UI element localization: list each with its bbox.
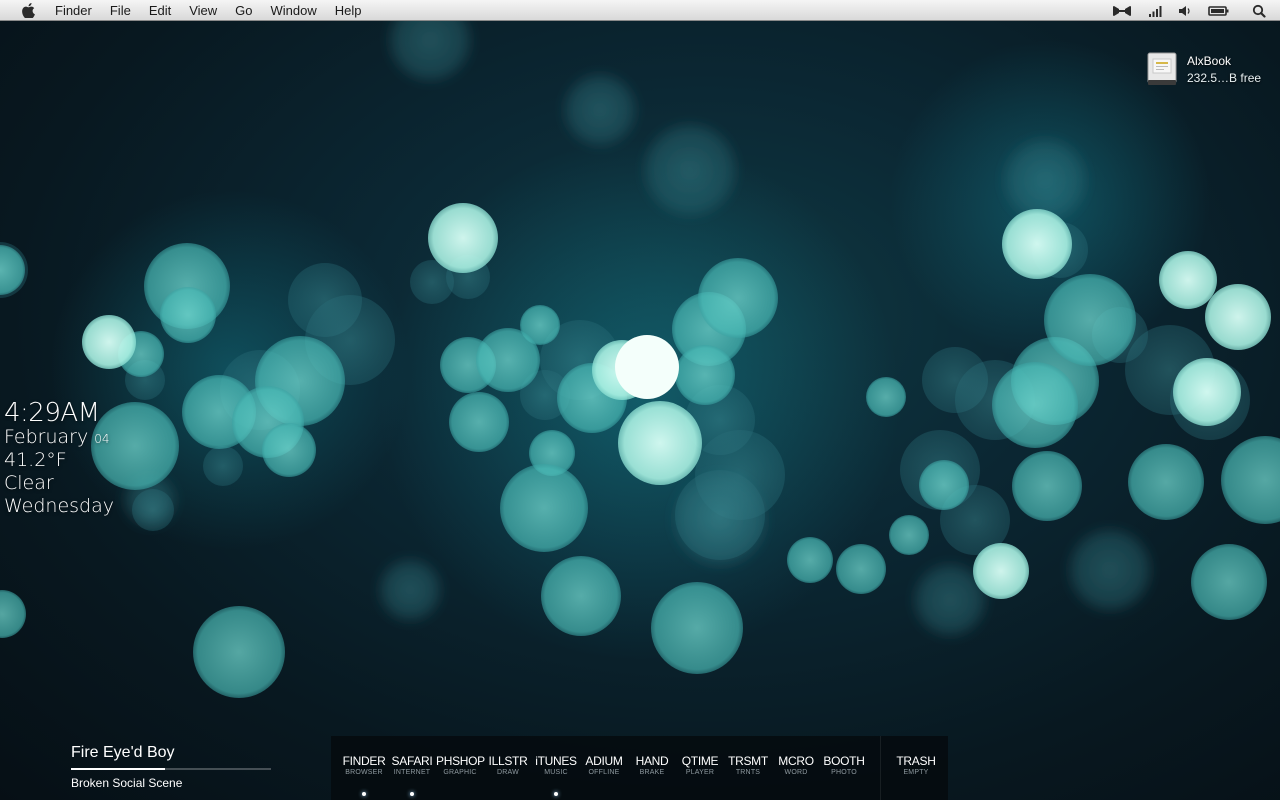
dock-item-label: SAFARI: [391, 754, 433, 768]
dock-item-subtitle: PLAYER: [685, 769, 715, 776]
drive-name: AlxBook: [1187, 54, 1232, 68]
dock-item-label: FINDER: [342, 754, 386, 768]
dock-item-subtitle: GRAPHIC: [443, 769, 477, 776]
clock-weather-widget: 4:29AM February 04 41.2°F Clear Wednesda…: [4, 400, 114, 520]
track-progress-fill: [71, 768, 165, 770]
menu-finder[interactable]: Finder: [46, 0, 101, 21]
clock-weekday: Wednesday: [4, 495, 115, 517]
dock-item-trsmt[interactable]: TRSMT TRNTS: [724, 754, 772, 776]
menu-window[interactable]: Window: [262, 0, 326, 21]
dock-item-label: ADIUM: [585, 754, 623, 768]
dock-item-subtitle: MUSIC: [544, 769, 568, 776]
volume-icon[interactable]: [1178, 0, 1192, 21]
dock-item-subtitle: INTERNET: [393, 769, 431, 776]
dock-item-label: MCRO: [778, 754, 814, 768]
dock-item-qtime[interactable]: QTIME PLAYER: [676, 754, 724, 776]
clock-time: 4:29AM: [4, 398, 100, 428]
menu-bar: Finder File Edit View Go Window Help: [0, 0, 1280, 21]
dock-item-trash[interactable]: TRASH EMPTY: [892, 754, 940, 776]
dock-item-subtitle: EMPTY: [903, 769, 929, 776]
dock-item-subtitle: BROWSER: [345, 769, 383, 776]
desktop: Finder File Edit View Go Window Help Alx…: [0, 0, 1280, 800]
hard-drive-icon[interactable]: [1147, 52, 1177, 85]
link-icon[interactable]: [1112, 0, 1132, 21]
dock-item-label: iTUNES: [535, 754, 577, 768]
dock-item-subtitle: OFFLINE: [588, 769, 620, 776]
dock-item-safari[interactable]: SAFARI INTERNET: [388, 754, 436, 796]
running-indicator-dot: [410, 792, 414, 796]
menu-go[interactable]: Go: [226, 0, 261, 21]
dock-item-booth[interactable]: BOOTH PHOTO: [820, 754, 868, 776]
dock-item-mcro[interactable]: MCRO WORD: [772, 754, 820, 776]
apple-logo-icon[interactable]: [18, 0, 38, 21]
menu-file[interactable]: File: [101, 0, 140, 21]
dock-item-subtitle: TRNTS: [735, 769, 761, 776]
menu-view[interactable]: View: [180, 0, 226, 21]
weather-condition: Clear: [4, 472, 54, 494]
dock-item-illstr[interactable]: ILLSTR DRAW: [484, 754, 532, 776]
desktop-drive-item[interactable]: AlxBook 232.5…B free: [1147, 50, 1272, 90]
track-progress-bar: [71, 768, 271, 770]
weather-temperature: 41.2°F: [4, 449, 67, 471]
dock-item-subtitle: WORD: [784, 769, 808, 776]
running-indicator-dot: [554, 792, 558, 796]
dock-item-label: TRASH: [896, 754, 936, 768]
menu-edit[interactable]: Edit: [140, 0, 180, 21]
dock-item-hand[interactable]: HAND BRAKE: [628, 754, 676, 776]
now-playing-widget: Fire Eye'd Boy Broken Social Scene: [71, 744, 271, 790]
clock-month: February: [4, 426, 89, 448]
dock-item-label: HAND: [635, 754, 669, 768]
dock-item-itunes[interactable]: iTUNES MUSIC: [532, 754, 580, 796]
dock-item-adium[interactable]: ADIUM OFFLINE: [580, 754, 628, 776]
track-title: Fire Eye'd Boy: [71, 744, 175, 761]
wifi-signal-icon[interactable]: [1148, 0, 1162, 21]
clock-date: February 04: [4, 428, 114, 451]
dock-item-phshop[interactable]: PHSHOP GRAPHIC: [436, 754, 485, 776]
bokeh-wallpaper: [0, 0, 1280, 698]
track-artist: Broken Social Scene: [71, 776, 183, 790]
drive-free-space: 232.5…B free: [1187, 71, 1262, 85]
spotlight-search-icon[interactable]: [1252, 0, 1266, 21]
status-menus: [1096, 0, 1266, 21]
dock-item-subtitle: DRAW: [497, 769, 519, 776]
dock-item-subtitle: BRAKE: [639, 769, 665, 776]
dock-item-label: BOOTH: [823, 754, 865, 768]
dock: FINDER BROWSER SAFARI INTERNET PHSHOP GRAPHIC…: [331, 736, 948, 800]
dock-item-label: TRSMT: [728, 754, 768, 768]
dock-item-label: ILLSTR: [488, 754, 528, 768]
dock-item-label: PHSHOP: [436, 754, 485, 768]
dock-item-label: QTIME: [681, 754, 719, 768]
running-indicator-dot: [362, 792, 366, 796]
dock-item-finder[interactable]: FINDER BROWSER: [340, 754, 388, 796]
clock-day-number: 04: [94, 432, 110, 446]
dock-item-subtitle: PHOTO: [831, 769, 857, 776]
menu-help[interactable]: Help: [326, 0, 371, 21]
battery-icon[interactable]: [1208, 0, 1230, 21]
dock-divider: [880, 736, 881, 800]
